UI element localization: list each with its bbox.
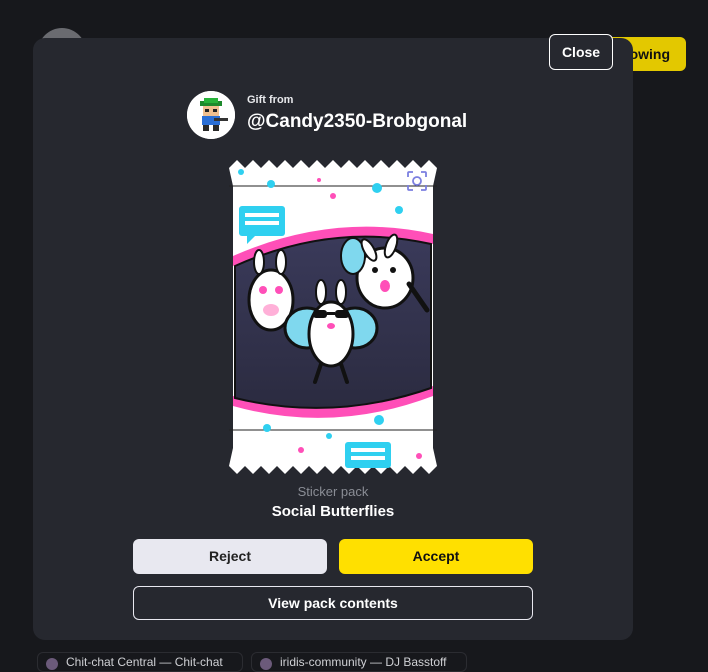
pack-type-label: Sticker pack [297,484,369,499]
view-pack-contents-button[interactable]: View pack contents [133,586,533,620]
background-channel-chip[interactable]: iridis-community — DJ Basstoff [251,652,467,672]
sender-avatar [187,91,235,139]
close-button[interactable]: Close [549,34,613,70]
user-avatar-icon [187,91,235,139]
accept-button[interactable]: Accept [339,539,533,574]
background-channel-chip[interactable]: Chit-chat Central — Chit-chat [37,652,243,672]
reject-button[interactable]: Reject [133,539,327,574]
sticker-pack-image[interactable] [229,160,437,474]
sender-username[interactable]: @Candy2350-Brobgonal [247,111,467,133]
gift-modal: Close Gift from @Candy2350-Brobgonal Sti… [33,34,633,640]
gift-from-label: Gift from [247,94,294,106]
scan-icon[interactable] [406,170,428,192]
pack-name: Social Butterflies [271,503,395,520]
